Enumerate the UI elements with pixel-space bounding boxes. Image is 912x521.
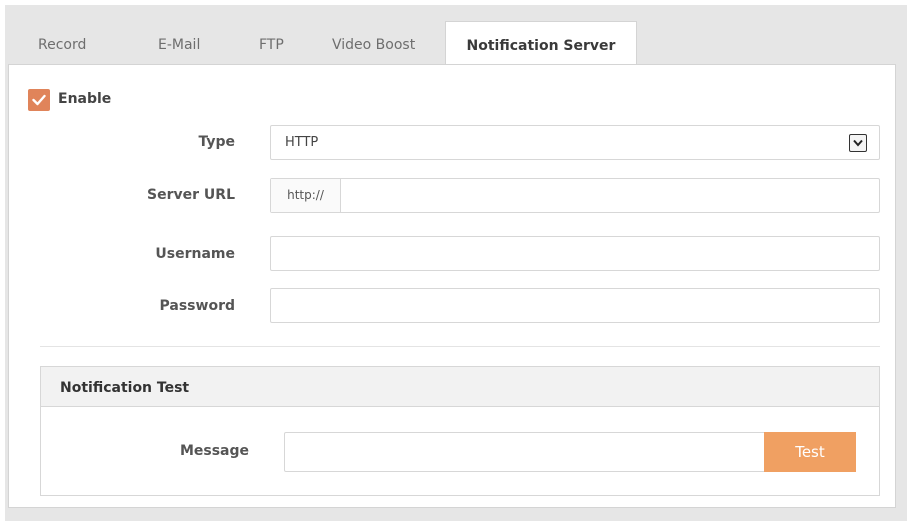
notification-test-title: Notification Test [60,380,190,396]
message-label: Message [179,443,249,459]
url-prefix: http:// [271,179,341,212]
type-select-value: HTTP [285,135,319,150]
username-input[interactable] [271,237,879,270]
server-url-group: http:// [270,178,880,213]
server-url-label: Server URL [147,187,235,203]
tab-record[interactable]: Record [38,37,86,53]
tab-email[interactable]: E-Mail [158,37,200,53]
server-url-input[interactable] [341,179,879,212]
tab-bar: Record E-Mail FTP Video Boost Notificati… [5,5,907,71]
tab-ftp[interactable]: FTP [259,37,284,53]
type-select[interactable]: HTTP [270,125,880,160]
notification-test-section: Notification Test Message Test [40,366,880,496]
password-label: Password [159,298,235,314]
password-input[interactable] [271,289,879,322]
username-field [270,236,880,271]
section-divider [40,346,880,347]
chevron-down-icon [853,139,863,147]
check-icon [32,94,46,106]
password-field [270,288,880,323]
tab-video-boost[interactable]: Video Boost [332,37,415,53]
type-label: Type [198,134,235,150]
message-field: Test [284,432,856,472]
notification-test-header: Notification Test [41,367,879,407]
message-input[interactable] [285,433,763,471]
username-label: Username [155,246,235,262]
test-button[interactable]: Test [764,432,856,472]
enable-checkbox[interactable] [28,89,50,111]
enable-label: Enable [58,91,112,107]
select-arrow-button[interactable] [849,134,867,152]
